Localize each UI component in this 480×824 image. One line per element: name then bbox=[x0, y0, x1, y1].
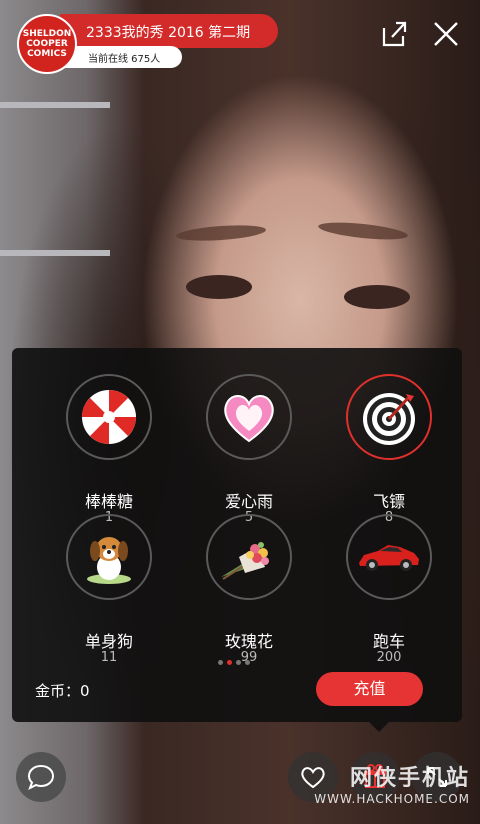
gift-item-lollipop[interactable]: 棒棒糖 1 bbox=[36, 374, 186, 525]
gift-name: 飞镖 bbox=[372, 492, 405, 511]
close-button[interactable] bbox=[430, 18, 462, 50]
chat-button[interactable] bbox=[16, 752, 66, 802]
show-title-badge: 2333我的秀 2016 第二期 bbox=[60, 14, 278, 48]
candy-icon bbox=[82, 390, 136, 444]
gift-price: 11 bbox=[100, 650, 118, 665]
logo-line-1: SHELDON bbox=[22, 29, 72, 39]
gift-panel: 棒棒糖 1 爱心雨 5 飞镖 8 单身狗 11 玫瑰花 99 跑车 200 金币… bbox=[12, 348, 462, 732]
gift-name: 跑车 bbox=[372, 632, 405, 651]
gift-item-rose[interactable]: 玫瑰花 99 bbox=[176, 514, 326, 665]
gift-item-heart-rain[interactable]: 爱心雨 5 bbox=[176, 374, 326, 525]
site-watermark: 网侠手机站 WWW.HACKHOME.COM bbox=[314, 760, 470, 806]
page-dot[interactable] bbox=[236, 660, 241, 665]
online-count-badge: 当前在线 675人 bbox=[60, 46, 182, 68]
online-count: 当前在线 675人 bbox=[88, 54, 161, 65]
recharge-button[interactable]: 充值 bbox=[316, 672, 423, 706]
dartboard-icon bbox=[363, 393, 415, 445]
show-title: 2333我的秀 2016 第二期 bbox=[86, 25, 251, 41]
logo-line-2: COOPER bbox=[26, 39, 68, 49]
dog-icon bbox=[87, 537, 131, 584]
close-icon bbox=[434, 22, 458, 46]
page-dot-active[interactable] bbox=[227, 660, 232, 665]
gift-item-single-dog[interactable]: 单身狗 11 bbox=[36, 514, 186, 665]
gift-name: 爱心雨 bbox=[224, 492, 273, 511]
share-icon bbox=[382, 21, 407, 47]
gift-item-sports-car[interactable]: 跑车 200 bbox=[316, 514, 466, 665]
watermark-sub: WWW.HACKHOME.COM bbox=[314, 792, 470, 806]
page-dot[interactable] bbox=[245, 660, 250, 665]
page-indicator bbox=[218, 660, 250, 665]
heart-icon bbox=[224, 395, 274, 443]
page-dot[interactable] bbox=[218, 660, 223, 665]
gift-name: 棒棒糖 bbox=[84, 492, 133, 511]
gift-item-dart[interactable]: 飞镖 8 bbox=[316, 374, 466, 525]
share-button[interactable] bbox=[378, 18, 410, 50]
gift-price: 200 bbox=[376, 650, 402, 665]
sports-car-icon bbox=[359, 545, 419, 571]
chat-bubble-icon bbox=[27, 764, 55, 791]
gift-name: 玫瑰花 bbox=[224, 632, 273, 651]
gift-name: 单身狗 bbox=[84, 632, 133, 651]
coin-balance: 金币：0 bbox=[35, 682, 90, 700]
watermark-main: 网侠手机站 bbox=[349, 766, 470, 791]
logo-line-3: COMICS bbox=[27, 49, 67, 59]
bouquet-icon bbox=[221, 542, 269, 580]
channel-logo[interactable]: SHELDON COOPER COMICS bbox=[17, 14, 77, 74]
